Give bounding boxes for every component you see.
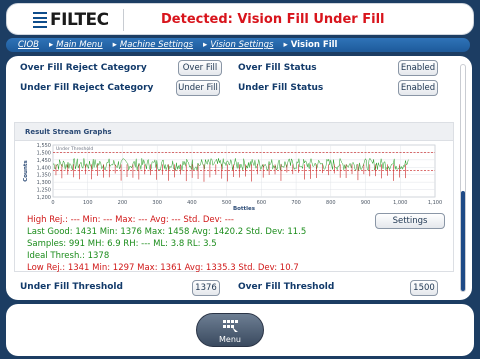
x-tick-label: 800 — [326, 200, 336, 206]
y-tick-label: 1,350 — [37, 173, 51, 179]
last-good-stats: Last Good: 1431 Min: 1376 Max: 1458 Avg:… — [27, 227, 307, 237]
menu-button[interactable]: Menu — [196, 313, 264, 347]
breadcrumb: CIOB ▸ Main Menu ▸ Machine Settings ▸ Vi… — [6, 38, 470, 52]
y-tick-label: 1,250 — [37, 188, 51, 194]
y-tick-label: 1,500 — [37, 150, 51, 156]
detection-title: Detected: Vision Fill Under Fill — [161, 12, 385, 27]
breadcrumb-arrow-icon: ▸ — [48, 40, 54, 50]
under-fill-threshold-label: Under Fill Threshold — [20, 282, 123, 292]
header-divider — [123, 9, 124, 31]
x-axis-label: Bottles — [233, 206, 256, 211]
under-fill-status-label: Under Fill Status — [238, 83, 324, 93]
breadcrumb-machine-settings[interactable]: Machine Settings — [120, 40, 193, 50]
x-tick-label: 600 — [257, 200, 267, 206]
over-fill-reject-category-label: Over Fill Reject Category — [20, 63, 147, 73]
y-tick-label: 1,300 — [37, 180, 51, 186]
under-fill-status-button[interactable]: Enabled — [398, 80, 438, 96]
settings-row-over-fill: Over Fill Reject Category Over Fill Over… — [6, 58, 446, 78]
logo-mark-icon — [33, 12, 47, 28]
header-bar: FILTEC Detected: Vision Fill Under Fill — [6, 3, 474, 35]
logo-text: FILTEC — [50, 10, 109, 30]
over-fill-threshold-input[interactable]: 1500 — [410, 280, 438, 296]
x-tick-label: 200 — [118, 200, 128, 206]
breadcrumb-main-menu[interactable]: Main Menu — [56, 40, 102, 50]
breadcrumb-arrow-icon: ▸ — [112, 40, 117, 50]
y-tick-label: 1,400 — [37, 165, 51, 171]
scrollbar-thumb[interactable] — [461, 191, 465, 291]
under-fill-reject-category-label: Under Fill Reject Category — [20, 83, 154, 93]
result-stream-chart: 1,5501,500 1,4501,400 1,3501,300 1,2501,200… — [23, 143, 442, 211]
menu-grid-icon — [223, 320, 238, 332]
settings-row-under-fill: Under Fill Reject Category Under Fill Un… — [6, 78, 446, 98]
x-tick-label: 100 — [83, 200, 93, 206]
over-fill-status-label: Over Fill Status — [238, 63, 317, 73]
ideal-threshold-stats: Ideal Thresh.: 1378 — [27, 251, 110, 261]
vertical-scrollbar[interactable] — [460, 64, 466, 292]
graph-section-title: Result Stream Graphs — [15, 123, 453, 141]
breadcrumb-vision-settings[interactable]: Vision Settings — [210, 40, 273, 50]
breadcrumb-arrow-icon: ▸ — [203, 40, 208, 50]
breadcrumb-vision-fill: Vision Fill — [290, 40, 338, 50]
samples-stats: Samples: 991 MH: 6.9 RH: --- ML: 3.8 RL:… — [27, 239, 217, 249]
settings-panel: Over Fill Reject Category Over Fill Over… — [6, 56, 472, 300]
under-fill-threshold-input[interactable]: 1376 — [192, 280, 220, 296]
x-tick-label: 400 — [187, 200, 197, 206]
chart-legend-label: Under Threshold — [56, 146, 93, 152]
y-tick-label: 1,200 — [37, 195, 51, 201]
filtec-logo: FILTEC — [33, 10, 109, 30]
y-tick-label: 1,550 — [37, 143, 51, 149]
under-fill-reject-category-button[interactable]: Under Fill — [176, 80, 220, 96]
result-stream-graph-panel: Result Stream Graphs 1,550 1,500 1,450 1,40… — [14, 122, 454, 273]
chart-plot-area — [52, 144, 436, 198]
x-tick-label: 500 — [222, 200, 232, 206]
y-tick-label: 1,450 — [37, 158, 51, 164]
over-fill-status-button[interactable]: Enabled — [398, 60, 438, 76]
high-reject-stats: High Rej.: --- Min: --- Max: --- Avg: --… — [27, 215, 234, 225]
x-tick-label: 0 — [51, 200, 54, 206]
x-tick-label: 1,000 — [393, 200, 407, 206]
breadcrumb-ciob[interactable]: CIOB — [18, 40, 39, 50]
over-fill-reject-category-button[interactable]: Over Fill — [178, 60, 222, 76]
x-tick-label: 300 — [152, 200, 162, 206]
over-fill-threshold-label: Over Fill Threshold — [238, 282, 335, 292]
y-axis-label: Counts — [23, 160, 29, 182]
breadcrumb-arrow-icon: ▸ — [283, 40, 288, 50]
x-tick-label: 700 — [291, 200, 301, 206]
x-tick-label: 1,100 — [428, 200, 442, 206]
low-reject-stats: Low Rej.: 1341 Min: 1297 Max: 1361 Avg: … — [27, 263, 299, 273]
x-tick-label: 900 — [361, 200, 371, 206]
threshold-row: Under Fill Threshold 1376 Over Fill Thre… — [6, 278, 446, 296]
menu-label: Menu — [219, 335, 241, 344]
graph-settings-button[interactable]: Settings — [375, 213, 445, 229]
